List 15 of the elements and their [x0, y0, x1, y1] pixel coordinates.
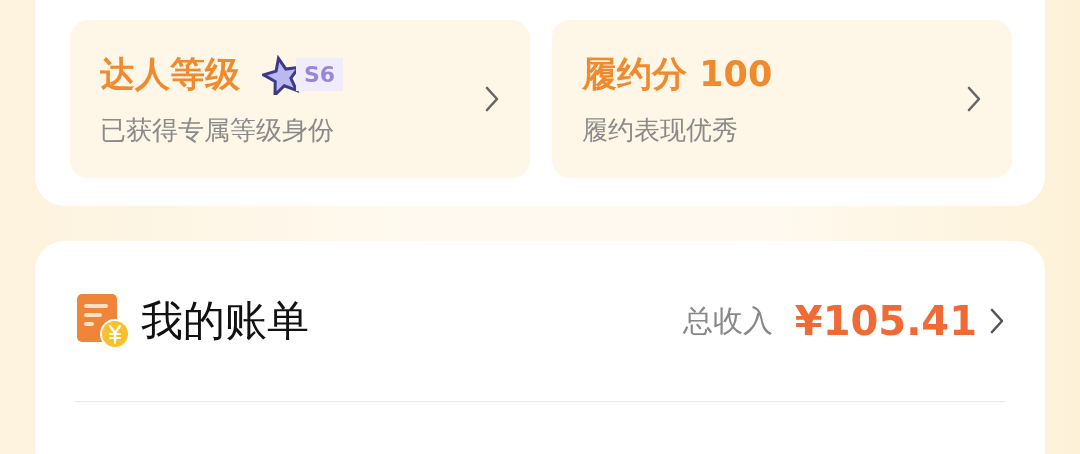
star-icon [262, 54, 302, 95]
card-title: 达人等级 [100, 53, 240, 96]
level-badge: S6 [262, 54, 344, 95]
chevron-icon [966, 85, 982, 113]
card-subtitle: 已获得专属等级身份 [100, 113, 335, 147]
income-amount: ¥105.41 [794, 298, 977, 344]
chevron-icon[interactable] [989, 307, 1005, 335]
chevron-icon [484, 85, 500, 113]
bill-title: 我的账单 [141, 295, 309, 347]
income-label: 总收入 [682, 301, 773, 340]
bill-icon [75, 292, 131, 350]
level-card[interactable]: 履约分 100 履约表现优秀 [552, 20, 1012, 178]
level-card[interactable]: 达人等级 S6 已获得专属等级身份 [70, 20, 530, 178]
card-title: 履约分 100 [582, 53, 773, 96]
card-subtitle: 履约表现优秀 [582, 113, 739, 147]
